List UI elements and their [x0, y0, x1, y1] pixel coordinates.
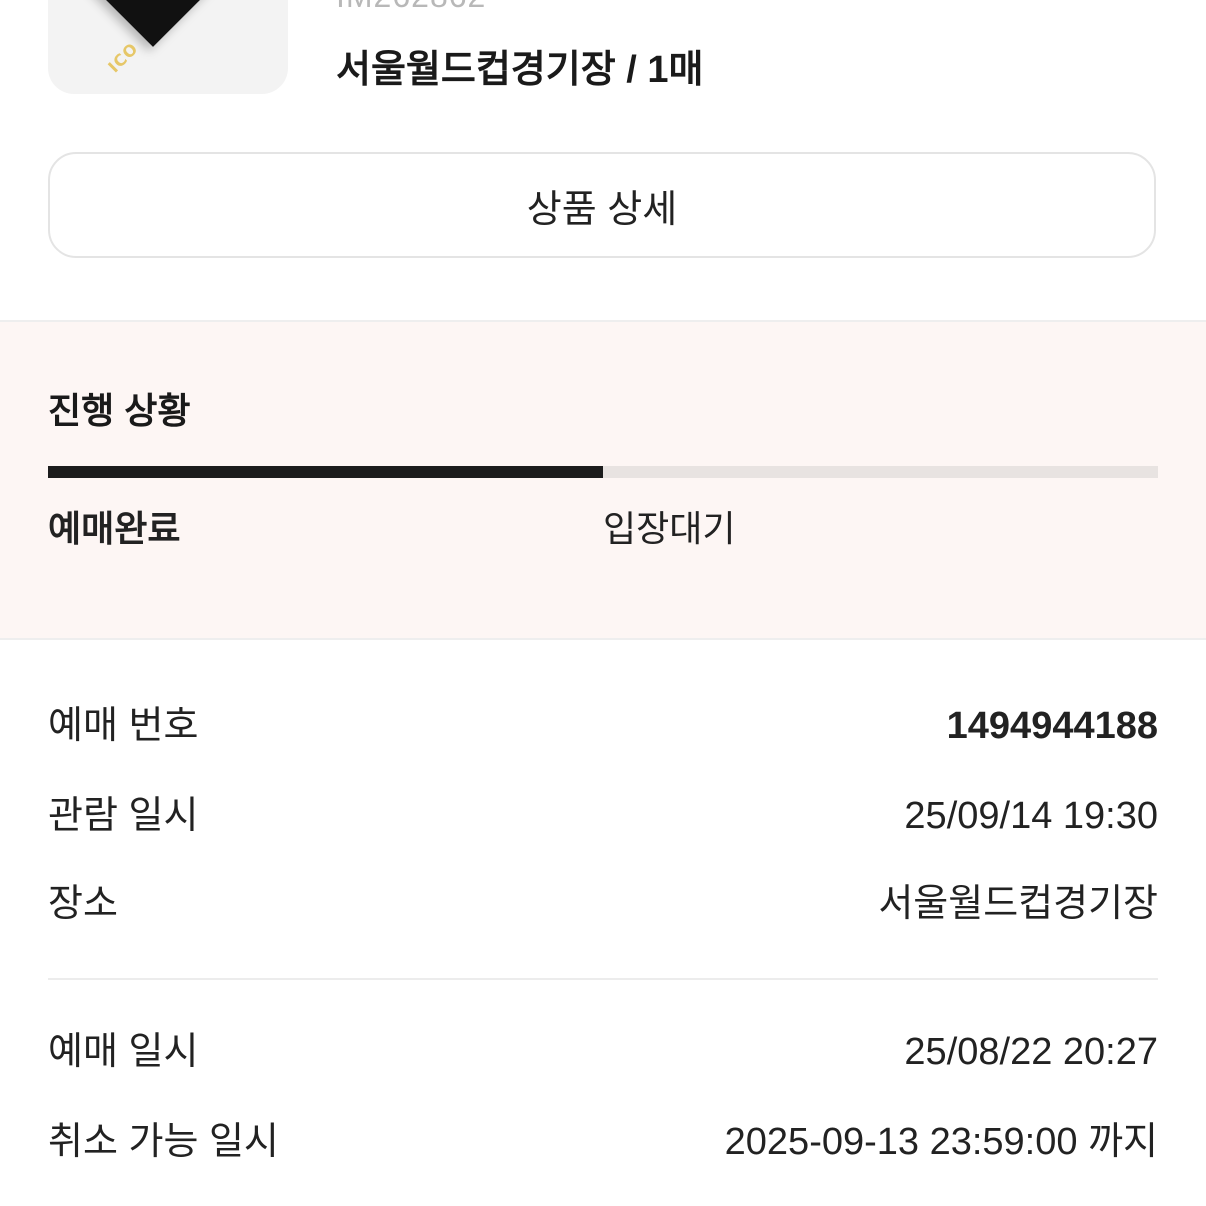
viewing-datetime-row: 관람 일시 25/09/14 19:30 [48, 786, 1158, 846]
product-title: 서울월드컵경기장 / 1매 [336, 49, 704, 91]
venue-label: 장소 [48, 883, 118, 925]
product-detail-button[interactable]: 상품 상세 [48, 152, 1156, 258]
progress-section: 진행 상황 예매완료 입장대기 [0, 320, 1206, 640]
cancel-deadline-label: 취소 가능 일시 [48, 1121, 279, 1163]
viewing-datetime-value: 25/09/14 19:30 [904, 795, 1158, 837]
booking-datetime-value: 25/08/22 20:27 [904, 1031, 1158, 1073]
product-summary: ICO IM262862 서울월드컵경기장 / 1매 [0, 0, 1206, 110]
booking-number-value: 1494944188 [946, 705, 1158, 747]
cancel-deadline-value: 2025-09-13 23:59:00 까지 [724, 1121, 1158, 1163]
booking-datetime-row: 예매 일시 25/08/22 20:27 [48, 1022, 1158, 1082]
progress-title: 진행 상황 [48, 390, 191, 431]
booking-datetime-label: 예매 일시 [48, 1031, 199, 1073]
progress-bar-track [48, 466, 1158, 478]
booking-number-row: 예매 번호 1494944188 [48, 696, 1158, 756]
product-code: IM262862 [336, 0, 486, 15]
ticket-image [61, 0, 245, 47]
product-thumbnail[interactable]: ICO [48, 0, 288, 94]
venue-row: 장소 서울월드컵경기장 [48, 874, 1158, 934]
progress-bar-fill [48, 466, 603, 478]
cancel-deadline-row: 취소 가능 일시 2025-09-13 23:59:00 까지 [48, 1112, 1158, 1172]
progress-step-waiting: 입장대기 [603, 508, 736, 549]
viewing-datetime-label: 관람 일시 [48, 795, 199, 837]
ticket-image-text: ICO [104, 38, 142, 77]
section-divider [48, 978, 1158, 980]
booking-number-label: 예매 번호 [48, 705, 199, 747]
progress-step-completed: 예매완료 [48, 508, 181, 549]
venue-value: 서울월드컵경기장 [878, 883, 1158, 925]
